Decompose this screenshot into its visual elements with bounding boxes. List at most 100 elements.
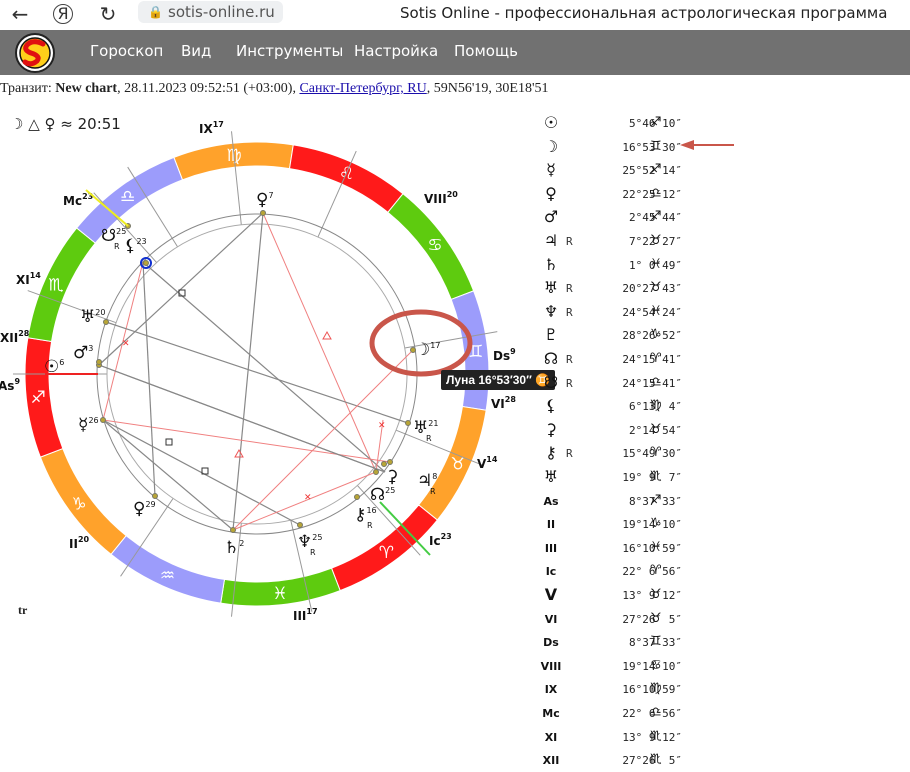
- position-row[interactable]: XI 13° 9′12″ ♏: [540, 727, 910, 749]
- position-symbol: ♆: [543, 301, 559, 321]
- zodiac-sign-icon: ♏: [650, 728, 662, 744]
- planet-label[interactable]: ⚳: [386, 467, 398, 487]
- position-symbol: As: [543, 494, 559, 508]
- zodiac-sign-icon: ♉: [650, 421, 662, 437]
- house-label: As9: [0, 377, 20, 393]
- position-symbol: ⚸: [545, 396, 557, 416]
- planet-label[interactable]: ⚸23: [124, 236, 147, 256]
- planet-dot[interactable]: [103, 319, 109, 325]
- planet-dot[interactable]: [100, 417, 106, 423]
- zodiac-sign-icon: ♊: [650, 138, 662, 154]
- planet-dot[interactable]: [387, 459, 393, 465]
- position-row[interactable]: ♅ R 20°27′43″ ♉: [540, 278, 910, 300]
- planet-dot[interactable]: [354, 494, 360, 500]
- planet-dot[interactable]: [373, 469, 379, 475]
- position-row[interactable]: Ds 8°37′33″ ♊: [540, 632, 910, 654]
- zodiac-sign-icon: ♎: [650, 374, 662, 390]
- zodiac-sign-icon: ♊: [650, 634, 662, 650]
- planet-dot[interactable]: [230, 527, 236, 533]
- sign-glyph: ♏: [48, 276, 63, 296]
- position-row[interactable]: III 16°10′59″ ♓: [540, 538, 910, 560]
- position-row[interactable]: ⚳ 2°14′54″ ♉: [540, 420, 910, 442]
- position-row[interactable]: As 8°37′33″ ♐: [540, 491, 910, 513]
- position-row[interactable]: IX 16°10′59″ ♍: [540, 679, 910, 701]
- position-value: 13° 9′12″: [622, 589, 682, 602]
- position-row[interactable]: ♀ 22°25′12″ ♎: [540, 184, 910, 206]
- position-value: 22°25′12″: [622, 187, 682, 201]
- menu-help[interactable]: Помощь: [454, 42, 518, 60]
- position-row[interactable]: ☊ R 24°15′41″ ♈: [540, 349, 910, 371]
- position-value: 24°15′41″: [622, 376, 682, 390]
- back-arrow-icon[interactable]: ←: [8, 2, 32, 26]
- zodiac-sign-icon: ♈: [650, 445, 662, 461]
- position-row[interactable]: ♅ 19° 9′ 7″ ♏: [540, 467, 910, 489]
- zodiac-sign-icon: ♈: [650, 563, 662, 579]
- position-value: 28°26′52″: [622, 329, 682, 343]
- zodiac-sign-icon: ♍: [650, 398, 662, 414]
- sign-glyph: ♑: [71, 494, 86, 514]
- position-symbol: Mc: [542, 707, 560, 720]
- position-symbol: ☉: [543, 113, 559, 132]
- position-symbol: Ds: [543, 636, 559, 650]
- position-row[interactable]: XII 27°26′ 5″ ♏: [540, 750, 910, 772]
- position-row[interactable]: ♆ R 24°54′24″ ♓: [540, 302, 910, 324]
- position-row[interactable]: ♃ R 7°22′27″ ♉: [540, 231, 910, 253]
- retrograde-flag: R: [566, 305, 573, 319]
- position-symbol: ♀: [545, 183, 557, 203]
- yandex-icon[interactable]: Я: [53, 4, 73, 24]
- chart-name: New chart: [55, 81, 118, 96]
- position-value: 2°45′44″: [629, 211, 682, 225]
- reload-icon[interactable]: ↻: [96, 2, 120, 26]
- planet-dot[interactable]: [405, 420, 411, 426]
- sign-glyph: ♋: [427, 236, 442, 256]
- position-row[interactable]: ♄ 1° 0′49″ ♓: [540, 255, 910, 277]
- planet-label[interactable]: ⚷16: [354, 505, 377, 525]
- position-value: 22° 6′56″: [622, 565, 682, 579]
- planet-dot[interactable]: [381, 461, 387, 467]
- position-row[interactable]: ☋ R 24°15′41″ ♎: [540, 373, 910, 395]
- retrograde-flag: R: [566, 376, 573, 390]
- position-value: 27°26′ 5″: [622, 612, 682, 626]
- position-row[interactable]: ☉ 5°46′10″ ♐: [540, 113, 910, 135]
- planet-label[interactable]: ☽17: [415, 340, 440, 360]
- retrograde-flag: R: [566, 282, 573, 296]
- planet-label[interactable]: ♀7: [256, 190, 274, 210]
- menu-settings[interactable]: Настройка: [354, 42, 438, 60]
- position-value: 2°14′54″: [629, 423, 682, 437]
- location-link[interactable]: Санкт-Петербург, RU: [299, 81, 426, 96]
- position-row[interactable]: VI 27°26′ 5″ ♉: [540, 609, 910, 631]
- planet-label[interactable]: ♂3: [73, 343, 93, 363]
- position-row[interactable]: ⚸ 6°13′ 4″ ♍: [540, 396, 910, 418]
- planet-dot[interactable]: [260, 210, 266, 216]
- position-row[interactable]: ♂ 2°45′44″ ♐: [540, 207, 910, 229]
- planet-dot[interactable]: [96, 359, 102, 365]
- planet-dot[interactable]: [143, 260, 149, 266]
- position-row[interactable]: ☿ 25°52′14″ ♐: [540, 160, 910, 182]
- planet-label[interactable]: ♄2: [224, 538, 244, 558]
- menu-horoscope[interactable]: Гороскоп: [90, 42, 163, 60]
- planet-dot[interactable]: [297, 522, 303, 528]
- planet-label[interactable]: ♀29: [133, 499, 156, 519]
- position-row[interactable]: ⚷ R 15°49′30″ ♈: [540, 443, 910, 465]
- menu-view[interactable]: Вид: [181, 42, 211, 60]
- planet-dot[interactable]: [152, 493, 158, 499]
- planet-label[interactable]: ☊25: [370, 485, 395, 505]
- lock-icon: 🔒: [148, 5, 163, 19]
- menu-tools[interactable]: Инструменты: [236, 42, 343, 60]
- position-row[interactable]: II 19°14′10″ ♑: [540, 514, 910, 536]
- position-value: 16°10′59″: [622, 683, 682, 697]
- menu-bar: Гороскоп Вид Инструменты Настройка Помощ…: [0, 30, 910, 75]
- position-value: 6°13′ 4″: [629, 400, 682, 414]
- address-bar[interactable]: 🔒 sotis-online.ru: [138, 1, 283, 23]
- zodiac-sign-icon: ♉: [650, 233, 662, 248]
- planet-label[interactable]: ☿26: [78, 415, 99, 435]
- position-value: 8°37′33″: [629, 494, 682, 508]
- position-row[interactable]: ♇ 28°26′52″ ♑: [540, 325, 910, 347]
- sotis-logo-icon[interactable]: [11, 33, 59, 73]
- position-row[interactable]: VIII 19°14′10″ ♋: [540, 656, 910, 678]
- red-arrow-icon: [680, 140, 734, 150]
- position-row[interactable]: Mc 22° 6′56″ ♎: [540, 703, 910, 725]
- retrograde-mark: R: [426, 434, 432, 443]
- position-row[interactable]: Ic 22° 6′56″ ♈: [540, 561, 910, 583]
- position-row[interactable]: V 13° 9′12″ ♉: [540, 585, 910, 607]
